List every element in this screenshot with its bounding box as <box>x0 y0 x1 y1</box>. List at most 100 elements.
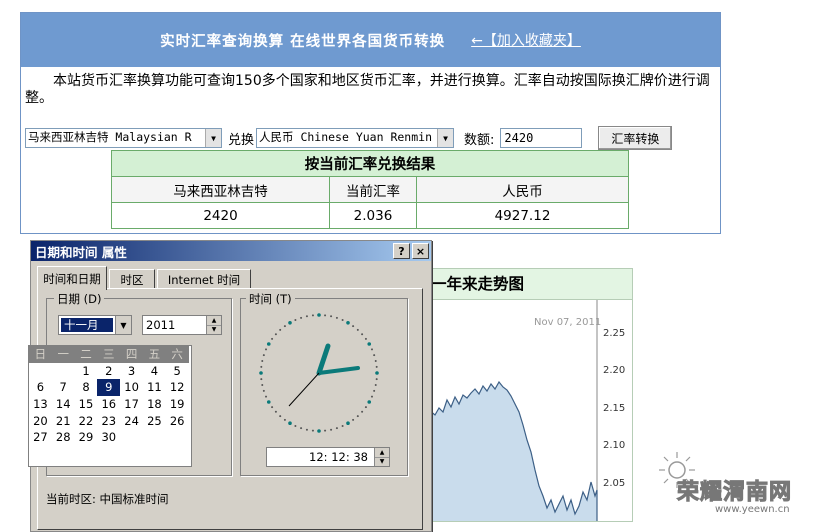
spin-down-icon[interactable]: ▼ <box>207 326 221 335</box>
to-currency-select[interactable]: 人民币 Chinese Yuan Renmin ▼ <box>256 128 455 148</box>
converter-title: 实时汇率查询换算 在线世界各国货币转换 <box>160 33 446 50</box>
clock-tick <box>305 315 308 318</box>
calendar-day[interactable]: 10 <box>120 379 143 396</box>
clock-tick <box>346 421 350 426</box>
tick-2.05: 2.05 <box>603 478 625 489</box>
calendar-day[interactable]: 12 <box>166 379 189 396</box>
calendar-day[interactable]: 24 <box>120 413 143 430</box>
calendar-day[interactable]: 26 <box>166 413 189 430</box>
calendar-day[interactable] <box>166 429 189 446</box>
calendar-day[interactable] <box>120 429 143 446</box>
clock-tick <box>375 378 378 381</box>
calendar-day[interactable]: 29 <box>75 429 98 446</box>
dialog-title: 日期和时间 属性 <box>35 244 127 260</box>
clock-tick <box>361 333 364 336</box>
clock-tick <box>266 342 271 346</box>
clock-tick <box>311 314 314 317</box>
dialog-titlebar[interactable]: 日期和时间 属性 ? × <box>31 241 431 261</box>
clock-tick <box>274 410 277 413</box>
result-rate: 2.036 <box>329 202 417 229</box>
clock-tick <box>283 325 286 328</box>
clock-tick <box>364 337 367 340</box>
trend-chart: Nov 07, 2011 2.25 2.20 2.15 2.10 2.05 <box>429 300 625 521</box>
clock-tick <box>300 316 303 319</box>
calendar-day[interactable]: 6 <box>29 379 52 396</box>
watermark: 荣耀渭南网 www.yeewn.cn <box>655 450 819 520</box>
clock-tick <box>341 319 344 322</box>
calendar[interactable]: 日一二三四五六 12345 6 7 8 9 10 11 12 13 14 15 16 17 18 19 … <box>28 345 192 467</box>
clock-tick <box>317 313 321 317</box>
calendar-day[interactable]: 11 <box>143 379 166 396</box>
calendar-day[interactable]: 19 <box>166 396 189 413</box>
calendar-day[interactable]: 2 <box>97 363 120 380</box>
amount-label: 数额: <box>464 132 495 148</box>
result-header-to: 人民币 <box>416 176 629 203</box>
spin-up-icon[interactable]: ▲ <box>375 448 389 458</box>
chevron-down-icon: ▼ <box>437 129 454 147</box>
calendar-day[interactable]: 17 <box>120 396 143 413</box>
clock-tick <box>364 406 367 409</box>
calendar-day[interactable]: 8 <box>75 379 98 396</box>
close-button[interactable]: × <box>412 243 429 259</box>
clock-tick <box>311 429 314 432</box>
time-stepper[interactable]: 12: 12: 38 ▲ ▼ <box>266 447 390 467</box>
clock-tick <box>260 378 263 381</box>
clock-tick <box>288 421 292 426</box>
month-select[interactable]: 十一月 ▼ <box>58 315 132 335</box>
trend-line <box>429 380 598 521</box>
date-group-label: 日期 (D) <box>54 291 105 307</box>
calendar-day[interactable]: 16 <box>97 396 120 413</box>
tab-timezone[interactable]: 时区 <box>109 269 155 289</box>
calendar-day[interactable]: 27 <box>29 429 52 446</box>
calendar-day[interactable]: 5 <box>166 363 189 380</box>
from-currency-select[interactable]: 马来西亚林吉特 Malaysian R ▼ <box>25 128 222 148</box>
year-stepper[interactable]: 2011 ▲ ▼ <box>142 315 222 335</box>
help-button[interactable]: ? <box>393 243 410 259</box>
analog-clock <box>259 313 379 433</box>
calendar-day[interactable] <box>143 429 166 446</box>
clock-second-hand <box>288 372 320 407</box>
spin-down-icon[interactable]: ▼ <box>375 458 389 467</box>
calendar-day[interactable]: 28 <box>52 429 75 446</box>
clock-tick <box>271 406 274 409</box>
amount-input[interactable]: 2420 <box>500 128 583 148</box>
clock-tick <box>370 395 373 398</box>
clock-tick <box>265 348 268 351</box>
calendar-day[interactable]: 20 <box>29 413 52 430</box>
clock-tick <box>294 319 297 322</box>
calendar-day[interactable] <box>29 363 52 380</box>
calendar-day[interactable]: 14 <box>52 396 75 413</box>
clock-tick <box>330 315 333 318</box>
calendar-day[interactable]: 18 <box>143 396 166 413</box>
calendar-day[interactable]: 15 <box>75 396 98 413</box>
calendar-day[interactable] <box>52 363 75 380</box>
clock-tick <box>260 365 263 368</box>
calendar-day[interactable]: 3 <box>120 363 143 380</box>
calendar-day[interactable]: 13 <box>29 396 52 413</box>
tab-internet-time[interactable]: Internet 时间 <box>157 269 251 289</box>
tab-date-time[interactable]: 时间和日期 <box>37 266 107 290</box>
converter-form: 马来西亚林吉特 Malaysian R ▼ 兑换 人民币 Chinese Yua… <box>25 126 673 150</box>
clock-tick <box>330 428 333 431</box>
calendar-day[interactable]: 21 <box>52 413 75 430</box>
converter-header: 实时汇率查询换算 在线世界各国货币转换 ←【加入收藏夹】 <box>21 13 720 67</box>
clock-tick <box>261 359 264 362</box>
calendar-day[interactable]: 7 <box>52 379 75 396</box>
calendar-day[interactable]: 1 <box>75 363 98 380</box>
add-favorite-link[interactable]: ←【加入收藏夹】 <box>471 30 581 50</box>
clock-tick <box>361 410 364 413</box>
calendar-day[interactable]: 4 <box>143 363 166 380</box>
clock-tick <box>375 365 378 368</box>
clock-tick <box>352 325 355 328</box>
calendar-day[interactable]: 30 <box>97 429 120 446</box>
convert-button[interactable]: 汇率转换 <box>598 126 673 150</box>
spin-up-icon[interactable]: ▲ <box>207 316 221 326</box>
chart-date-label: Nov 07, 2011 <box>534 317 601 328</box>
calendar-day[interactable]: 22 <box>75 413 98 430</box>
clock-tick <box>274 333 277 336</box>
calendar-day-selected[interactable]: 9 <box>97 379 121 397</box>
calendar-day[interactable]: 23 <box>97 413 120 430</box>
calendar-day[interactable]: 25 <box>143 413 166 430</box>
clock-tick <box>283 418 286 421</box>
result-header-from: 马来西亚林吉特 <box>111 176 330 203</box>
